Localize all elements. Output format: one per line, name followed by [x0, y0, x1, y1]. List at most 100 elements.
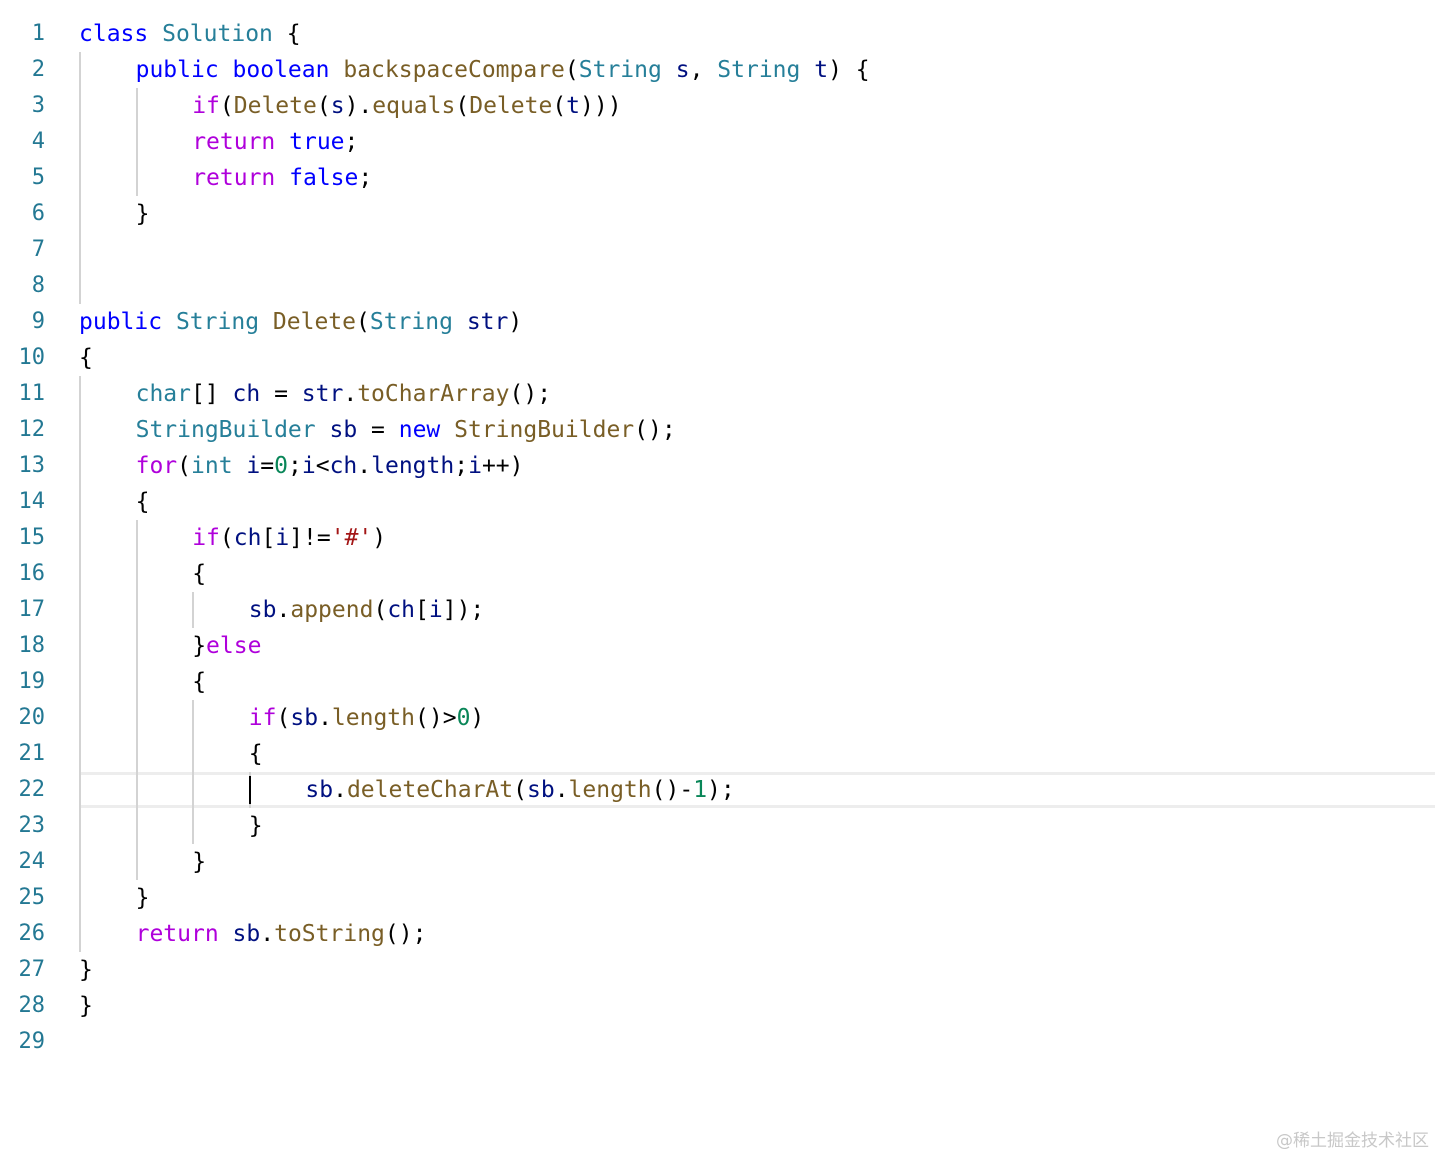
- line-number: 16: [18, 561, 46, 586]
- code-line[interactable]: 12 StringBuilder sb = new StringBuilder()…: [0, 412, 1435, 448]
- code-line[interactable]: 15 if(ch[i]!='#'): [0, 520, 1435, 556]
- code-line[interactable]: 16 {: [0, 556, 1435, 592]
- code-token-variable: i: [428, 597, 443, 623]
- code-token-plain: }: [79, 957, 93, 983]
- code-token-plain: ();: [384, 921, 427, 947]
- code-token-plain: (: [564, 57, 579, 83]
- code-line[interactable]: 22 sb.deleteCharAt(sb.length()-1);: [0, 772, 1435, 808]
- code-token-plain: ): [508, 309, 523, 335]
- indent-guide: [135, 664, 138, 700]
- code-token-plain: {: [272, 21, 301, 47]
- code-line[interactable]: 13 for(int i=0;i<ch.length;i++): [0, 448, 1435, 484]
- code-line[interactable]: 29: [0, 1024, 1435, 1060]
- indent-guide: [79, 592, 81, 628]
- code-token-variable: ch: [232, 381, 261, 407]
- code-line[interactable]: 24}: [0, 844, 1435, 880]
- line-number: 10: [18, 345, 46, 370]
- code-token-keyword: new: [398, 417, 441, 443]
- code-line[interactable]: 21 {: [0, 736, 1435, 772]
- text-cursor: [248, 776, 251, 804]
- code-token-plain: }: [192, 633, 207, 659]
- code-text: return true;: [192, 124, 358, 160]
- code-token-control: if: [192, 525, 220, 551]
- code-token-plain: }: [135, 885, 150, 911]
- code-editor[interactable]: 1 class Solution {2 public boolean backspa…: [0, 0, 1435, 1100]
- code-line[interactable]: 7: [0, 232, 1435, 268]
- code-line[interactable]: 9 public String Delete(String str): [0, 304, 1435, 340]
- indent-guide: [79, 232, 81, 268]
- code-token-function: equals: [372, 93, 456, 119]
- code-line[interactable]: 5 return false;: [0, 160, 1435, 196]
- code-token-control: return: [192, 165, 276, 191]
- code-line[interactable]: 27}: [0, 952, 1435, 988]
- code-line[interactable]: 4 return true;: [0, 124, 1435, 160]
- code-text: char[] ch = str.toCharArray();: [136, 376, 551, 412]
- code-line[interactable]: 18}else: [0, 628, 1435, 664]
- indent-guide: [192, 592, 195, 628]
- code-line[interactable]: 11 char[] ch = str.toCharArray();: [0, 376, 1435, 412]
- code-token-plain: );: [707, 777, 735, 803]
- code-token-type: Solution: [162, 21, 273, 47]
- code-token-plain: [: [261, 525, 276, 551]
- code-line[interactable]: 19 {: [0, 664, 1435, 700]
- indent-guide: [135, 520, 138, 556]
- code-token-number: 1: [693, 777, 708, 803]
- code-token-keyword: public: [79, 309, 163, 335]
- code-text: }: [136, 196, 150, 232]
- code-text: return false;: [192, 160, 372, 196]
- code-line[interactable]: 23}: [0, 808, 1435, 844]
- code-token-plain: .: [276, 597, 291, 623]
- code-token-plain: .: [260, 921, 275, 947]
- code-token-string: '#': [330, 525, 373, 551]
- code-token-function: length: [568, 777, 652, 803]
- code-line[interactable]: 8: [0, 268, 1435, 304]
- indent-guide: [79, 52, 81, 88]
- code-line[interactable]: 1 class Solution {: [0, 16, 1435, 52]
- indent-guide: [79, 484, 81, 520]
- code-token-type: int: [191, 453, 233, 479]
- code-token-plain: (: [513, 777, 527, 803]
- code-token-variable: sb: [329, 417, 358, 443]
- code-line[interactable]: 26 return sb.toString();: [0, 916, 1435, 952]
- indent-guide: [192, 700, 195, 736]
- code-line[interactable]: 3 if(Delete(s).equals(Delete(t))): [0, 88, 1435, 124]
- code-token-type: String: [175, 309, 260, 335]
- code-token-plain: []: [190, 381, 233, 407]
- code-token-variable: sb: [290, 705, 319, 731]
- code-token-variable: length: [371, 453, 455, 479]
- code-token-plain: (: [373, 597, 388, 623]
- indent-guide: [79, 664, 81, 700]
- code-line[interactable]: 25}: [0, 880, 1435, 916]
- code-token-function: toCharArray: [357, 381, 510, 407]
- indent-guide: [79, 736, 81, 772]
- line-number: 6: [31, 201, 45, 226]
- code-line[interactable]: 6}: [0, 196, 1435, 232]
- code-line[interactable]: 20 if(sb.length()>0): [0, 700, 1435, 736]
- code-token-variable: ch: [387, 597, 416, 623]
- code-text: public boolean backspaceCompare(String s…: [136, 52, 870, 88]
- code-line[interactable]: 2 public boolean backspaceCompare(String …: [0, 52, 1435, 88]
- code-token-control: if: [248, 705, 277, 731]
- line-number: 12: [18, 417, 46, 442]
- code-line[interactable]: 10 {: [0, 340, 1435, 376]
- indent-guide: [79, 880, 81, 916]
- code-token-variable: i: [275, 525, 290, 551]
- indent-guide: [79, 916, 81, 952]
- code-line[interactable]: 14 {: [0, 484, 1435, 520]
- code-token-plain: {: [192, 561, 207, 587]
- code-token-function: length: [331, 705, 416, 731]
- code-token-plain: (: [276, 705, 291, 731]
- line-number: 19: [18, 669, 46, 694]
- code-line[interactable]: 28}: [0, 988, 1435, 1024]
- code-text: {: [192, 664, 206, 700]
- code-line[interactable]: 17 sb.append(ch[i]);: [0, 592, 1435, 628]
- line-number: 7: [31, 237, 45, 262]
- code-text: {: [79, 340, 93, 376]
